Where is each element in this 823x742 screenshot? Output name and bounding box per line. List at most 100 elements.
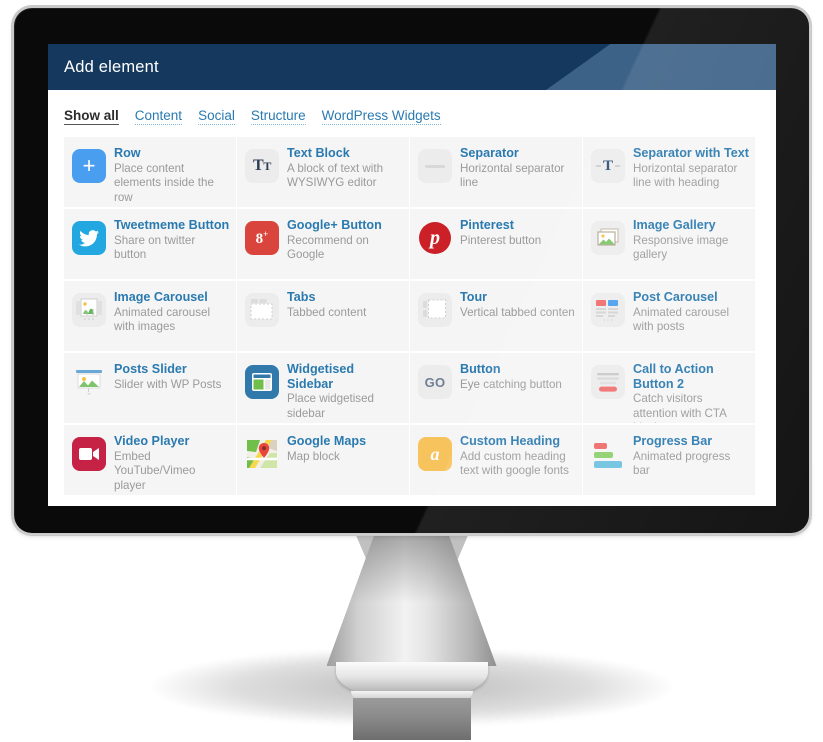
element-card-title: Google Maps (287, 434, 367, 448)
element-card-title: Separator with Text (633, 146, 749, 160)
element-card-text: Button Eye catching button (460, 359, 576, 392)
element-card-title: Call to Action Button 2 (633, 362, 714, 391)
element-card-description: Vertical tabbed conten (460, 305, 575, 319)
element-card-title: Video Player (114, 434, 190, 448)
element-card-description: Animated carousel with posts (633, 305, 730, 334)
element-card[interactable]: Image Gallery Responsive image gallery (583, 209, 755, 279)
element-card-description: Horizontal separator line with heading (633, 161, 738, 190)
imac-mockup-scene: Add element Show all Content Social Stru… (0, 0, 823, 742)
tab-show-all[interactable]: Show all (64, 108, 119, 125)
tab-content[interactable]: Content (134, 108, 183, 125)
element-card-text: Google+ Button Recommend on Google (287, 215, 403, 263)
tab-social[interactable]: Social (198, 108, 235, 125)
element-card-text: Text Block A block of text with WYSIWYG e… (287, 143, 403, 191)
element-card-text: Call to Action Button 2 Catch visitors at… (633, 359, 749, 423)
element-card-description: Horizontal separator line (460, 161, 565, 190)
element-card-text: Pinterest Pinterest button (460, 215, 576, 248)
element-card-description: Animated progress bar (633, 449, 731, 478)
element-card-text: Separator with Text Horizontal separator … (633, 143, 749, 191)
image-carousel-icon (72, 293, 106, 327)
element-card-title: Custom Heading (460, 434, 561, 448)
cta-block-icon (591, 365, 625, 399)
element-card-title: Tweetmeme Button (114, 218, 230, 232)
pinterest-p-glyph: p (430, 226, 440, 249)
element-card[interactable]: Tour Vertical tabbed conten (410, 281, 582, 351)
element-card-title: Text Block (287, 146, 350, 160)
element-card[interactable]: Image Carousel Animated carousel with ima… (64, 281, 236, 351)
element-card-text: Widgetised Sidebar Place widgetised sideb… (287, 359, 403, 421)
element-card[interactable]: Posts Slider Slider with WP Posts (64, 353, 236, 423)
element-card[interactable]: Video Player Embed YouTube/Vimeo player (64, 425, 236, 495)
element-card[interactable]: Post Carousel Animated carousel with post… (583, 281, 755, 351)
element-card-description: Share on twitter button (114, 233, 196, 262)
element-card-title: Separator (460, 146, 519, 160)
google-maps-icon (245, 437, 279, 471)
element-card-title: Row (114, 146, 141, 160)
element-card[interactable]: Google Maps Map block (237, 425, 409, 495)
progress-bar-icon (591, 437, 625, 471)
element-card[interactable]: Call to Action Button 2 Catch visitors at… (583, 353, 755, 423)
element-card-title: Progress Bar (633, 434, 713, 448)
element-card-description: Place content elements inside the row (114, 161, 214, 204)
element-card[interactable]: GO Button Eye catching button (410, 353, 582, 423)
element-card[interactable]: p Pinterest Pinterest button (410, 209, 582, 279)
tour-icon (418, 293, 452, 327)
page-title: Add element (64, 58, 159, 76)
element-card-text: Post Carousel Animated carousel with post… (633, 287, 749, 335)
titlebar-highlight-shape (546, 44, 776, 90)
element-card-text: Separator Horizontal separator line (460, 143, 576, 191)
element-card[interactable]: Progress Bar Animated progress bar (583, 425, 755, 495)
app-window-titlebar: Add element (48, 44, 776, 90)
element-card-text: Custom Heading Add custom heading text wi… (460, 431, 576, 479)
element-card-title: Button (460, 362, 501, 376)
element-grid: + Row Place content elements inside the ro… (48, 137, 776, 497)
element-card-description: Animated carousel with images (114, 305, 211, 334)
element-card-description: Place widgetised sidebar (287, 392, 375, 420)
video-player-icon (72, 437, 106, 471)
element-card[interactable]: Tabs Tabbed content (237, 281, 409, 351)
element-card-text: Tweetmeme Button Share on twitter button (114, 215, 230, 263)
tt-glyph: TT (252, 157, 272, 174)
element-card-description: Embed YouTube/Vimeo player (114, 449, 196, 492)
element-card[interactable]: 8+ Google+ Button Recommend on Google (237, 209, 409, 279)
element-card[interactable]: + Row Place content elements inside the ro… (64, 137, 236, 207)
go-button-icon: GO (418, 365, 452, 399)
element-card-description: Recommend on Google (287, 233, 369, 262)
element-card-title: Post Carousel (633, 290, 718, 304)
pinterest-icon: p (418, 221, 452, 255)
element-card[interactable]: Widgetised Sidebar Place widgetised sideb… (237, 353, 409, 423)
element-card[interactable]: Separator Horizontal separator line (410, 137, 582, 207)
element-card-title: Tabs (287, 290, 316, 304)
element-card-text: Image Gallery Responsive image gallery (633, 215, 749, 263)
widgetised-sidebar-icon (245, 365, 279, 399)
element-card-text: Video Player Embed YouTube/Vimeo player (114, 431, 230, 493)
google-plus-icon: 8+ (245, 221, 279, 255)
element-card-text: Progress Bar Animated progress bar (633, 431, 749, 479)
monitor-stand-base (352, 698, 471, 740)
element-card-description: Eye catching button (460, 377, 562, 391)
element-card[interactable]: Tweetmeme Button Share on twitter button (64, 209, 236, 279)
line-glyph (425, 164, 445, 168)
element-card-description: Slider with WP Posts (114, 377, 222, 391)
custom-heading-icon: a (418, 437, 452, 471)
element-card-title: Google+ Button (287, 218, 382, 232)
app-window-body: Show all Content Social Structure WordPr… (48, 90, 776, 497)
tab-structure[interactable]: Structure (250, 108, 306, 125)
element-card-title: Image Gallery (633, 218, 716, 232)
plus-square-icon: + (72, 149, 106, 183)
gplus-glyph: 8+ (255, 228, 269, 247)
plus-glyph: + (82, 153, 96, 178)
separator-text-icon: T (591, 149, 625, 183)
element-card[interactable]: T Separator with Text Horizontal separator… (583, 137, 755, 207)
separator-line-icon (418, 149, 452, 183)
element-card-text: Image Carousel Animated carousel with ima… (114, 287, 230, 335)
element-card[interactable]: a Custom Heading Add custom heading text w… (410, 425, 582, 495)
element-card[interactable]: TT Text Block A block of text with WYSIWYG… (237, 137, 409, 207)
monitor-screen: Add element Show all Content Social Stru… (48, 44, 776, 506)
element-card-title: Widgetised Sidebar (287, 362, 355, 391)
element-card-text: Row Place content elements inside the row (114, 143, 230, 205)
filter-tabs: Show all Content Social Structure WordPr… (48, 90, 776, 137)
element-card-description: Tabbed content (287, 305, 367, 319)
element-card-title: Image Carousel (114, 290, 208, 304)
tab-wordpress-widgets[interactable]: WordPress Widgets (321, 108, 441, 125)
